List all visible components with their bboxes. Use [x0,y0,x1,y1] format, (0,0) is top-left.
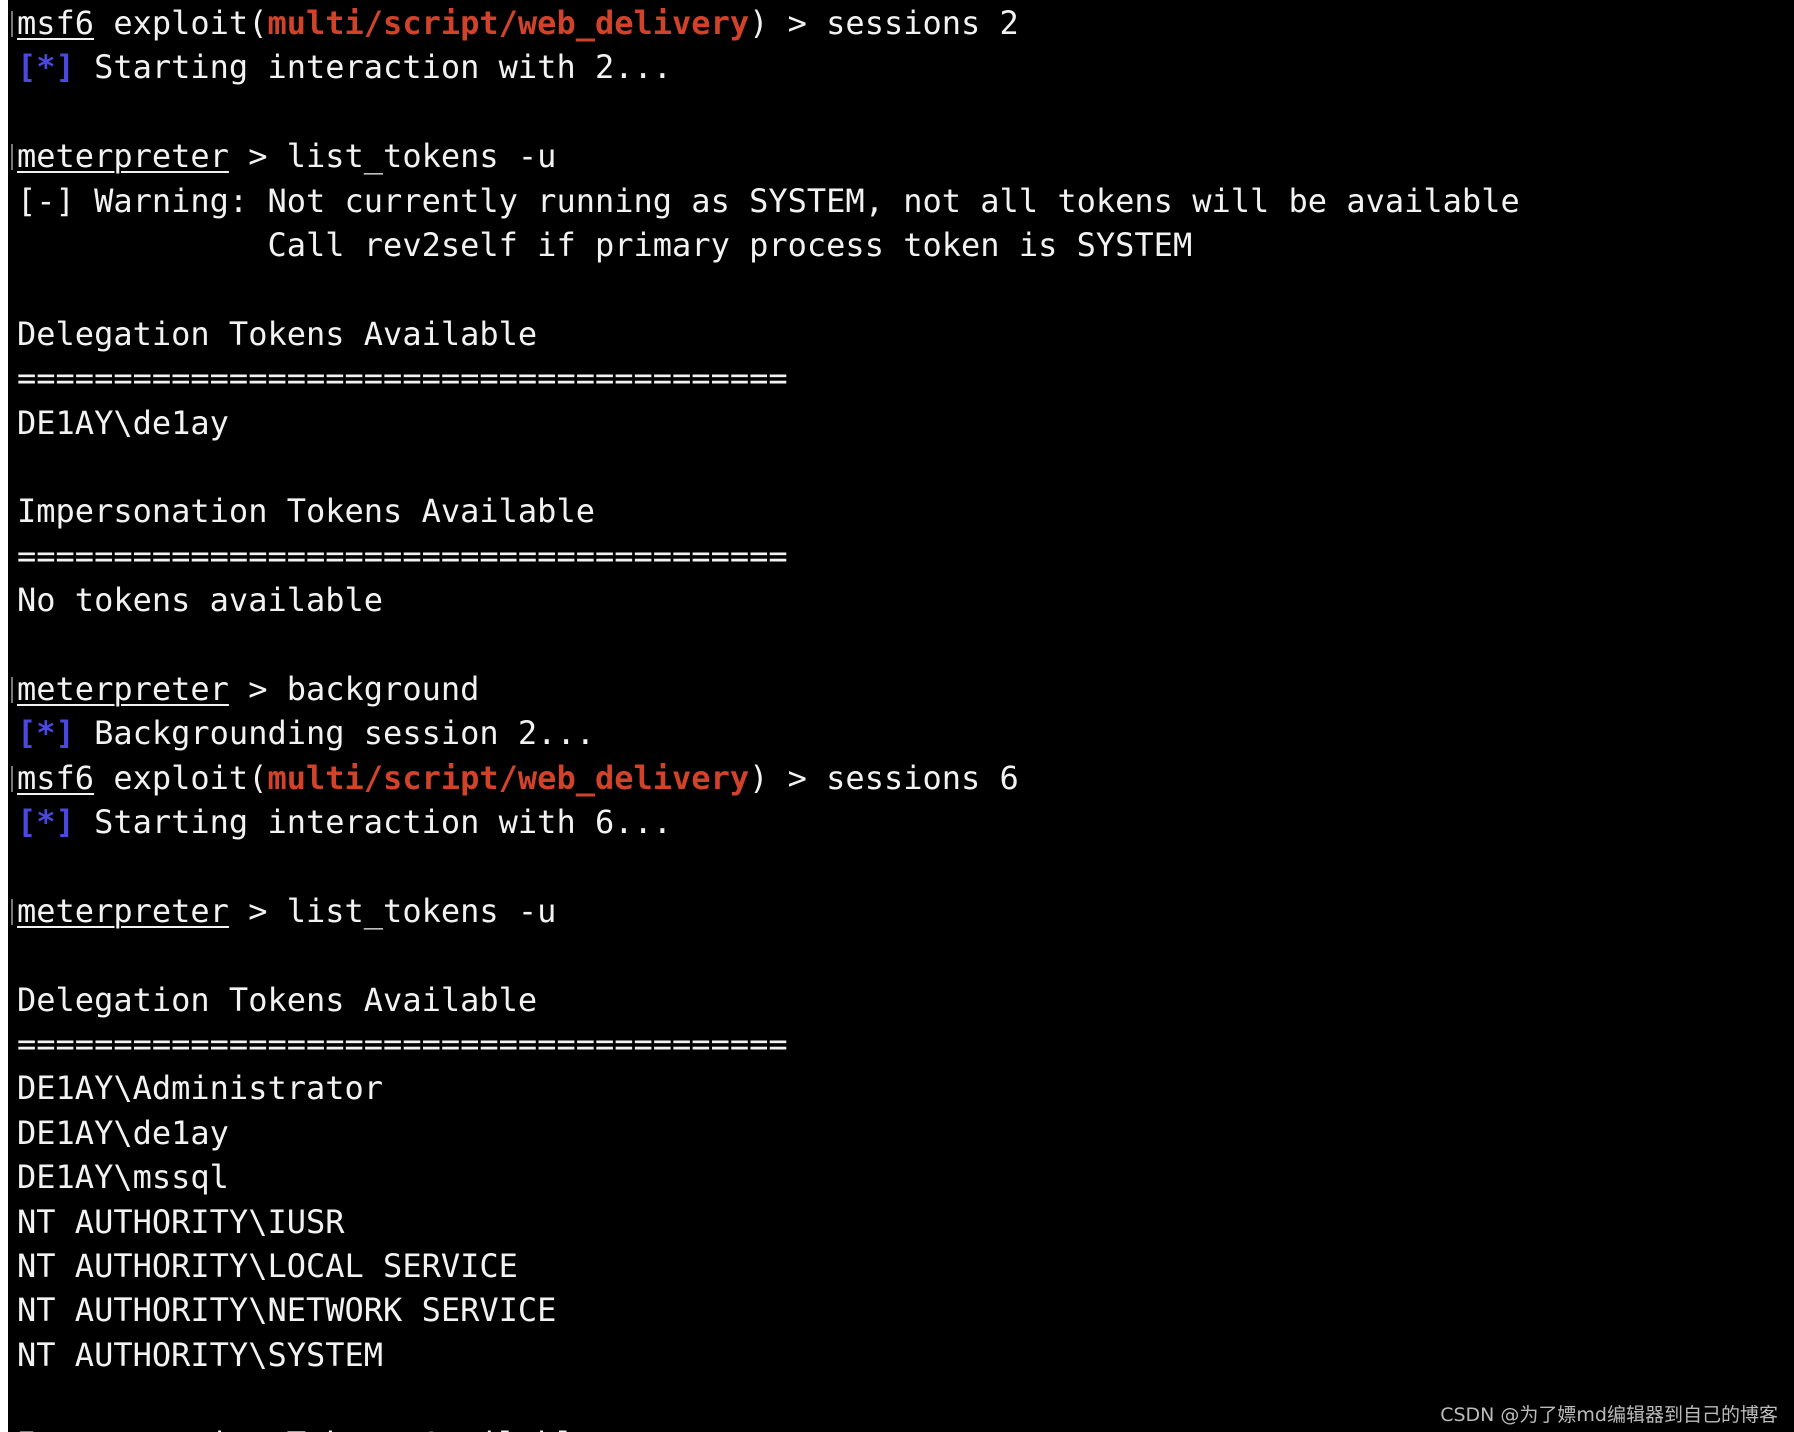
prompt-name: meterpreter [17,137,229,176]
line-text: NT AUTHORITY\SYSTEM [17,1335,384,1374]
line-text: ) > sessions 6 [749,758,1019,797]
line-text: NT AUTHORITY\IUSR [17,1202,345,1241]
line-marker [11,898,13,925]
line-text: Call rev2self if primary process token i… [17,225,1193,264]
line-text: Delegation Tokens Available [17,314,538,353]
line-text: Impersonation Tokens Available [17,492,595,531]
output-line: Delegation Tokens Available [17,978,1520,1022]
status-indicator: [*] [17,48,75,87]
module-name: multi/script/web_delivery [267,4,750,42]
line-text: NT AUTHORITY\LOCAL SERVICE [17,1246,518,1285]
output-line: [*] Starting interaction with 2... [17,45,1520,89]
line-marker [11,11,13,37]
line-text: ) > sessions 2 [749,4,1019,42]
line-text: Backgrounding session 2... [74,714,595,753]
status-indicator: [*] [17,803,75,842]
output-line: DE1AY\mssql [17,1155,1520,1199]
output-line: NT AUTHORITY\IUSR [17,1200,1520,1244]
terminal-output: msf6 exploit(multi/script/web_delivery) … [11,1,1520,1432]
output-line: ======================================== [17,356,1520,400]
output-line: DE1AY\de1ay [17,1111,1520,1155]
line-marker [11,676,13,703]
line-text: No tokens available [17,581,384,620]
output-line: [*] Backgrounding session 2... [17,711,1520,755]
line-text: Delegation Tokens Available [17,980,538,1019]
command-line: meterpreter > list_tokens -u [11,889,1520,933]
output-line: NT AUTHORITY\NETWORK SERVICE [17,1288,1520,1332]
output-line: NT AUTHORITY\LOCAL SERVICE [17,1244,1520,1288]
output-line: DE1AY\de1ay [17,401,1520,445]
output-line: [*] Starting interaction with 6... [17,800,1520,844]
prompt-name: msf6 [17,4,95,42]
line-text: Starting interaction with 6... [74,803,673,842]
command-line: msf6 exploit(multi/script/web_delivery) … [11,1,1520,45]
command-line: meterpreter > list_tokens -u [11,134,1520,178]
output-line: DE1AY\Administrator [17,1066,1520,1110]
line-text: > list_tokens -u [228,891,557,930]
output-line: Call rev2self if primary process token i… [17,223,1520,267]
line-text: DE1AY\mssql [17,1158,229,1197]
command-line: msf6 exploit(multi/script/web_delivery) … [11,756,1520,800]
line-text: exploit( [94,4,268,42]
status-indicator: [*] [17,714,75,753]
line-marker [11,144,13,171]
output-line: Impersonation Tokens Available [17,1422,1520,1432]
output-line: No tokens available [17,578,1520,622]
line-text: [-] Warning: Not currently running as SY… [17,181,1520,220]
output-line: NT AUTHORITY\SYSTEM [17,1333,1520,1377]
line-text: DE1AY\Administrator [17,1069,384,1108]
output-line: ======================================== [17,1022,1520,1066]
prompt-name: meterpreter [17,891,229,930]
line-text: ======================================== [17,536,788,575]
line-text: Impersonation Tokens Available [17,1425,595,1432]
output-line: Delegation Tokens Available [17,312,1520,356]
line-text: > background [228,669,480,708]
line-text: DE1AY\de1ay [17,403,229,442]
output-line: [-] Warning: Not currently running as SY… [17,179,1520,223]
prompt-name: msf6 [17,758,95,797]
line-text: DE1AY\de1ay [17,1113,229,1152]
line-text: exploit( [94,758,268,797]
line-text: Starting interaction with 2... [74,48,673,87]
line-text: ======================================== [17,359,788,398]
terminal-window[interactable]: msf6 exploit(multi/script/web_delivery) … [8,0,1794,1432]
line-text: ======================================== [17,1024,788,1063]
prompt-name: meterpreter [17,669,229,708]
module-name: multi/script/web_delivery [267,758,750,797]
watermark: CSDN @为了嫖md编辑器到自己的博客 [1440,1404,1778,1426]
command-line: meterpreter > background [11,667,1520,711]
line-text: NT AUTHORITY\NETWORK SERVICE [17,1291,557,1330]
line-marker [11,765,13,792]
line-text: > list_tokens -u [228,137,557,176]
output-line: Impersonation Tokens Available [17,489,1520,533]
output-line: ======================================== [17,534,1520,578]
